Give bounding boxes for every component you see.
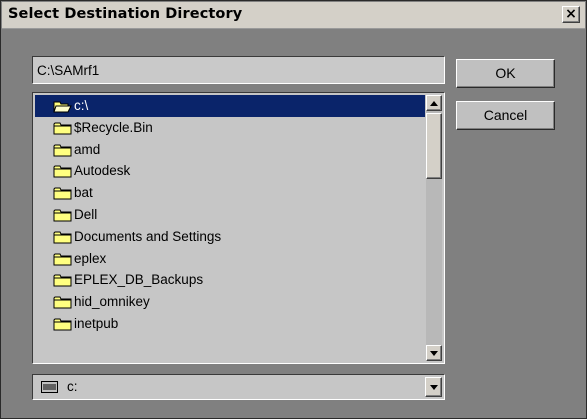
directory-item[interactable]: $Recycle.Bin xyxy=(35,117,425,139)
dialog-title: Select Destination Directory xyxy=(8,6,243,22)
directory-item[interactable]: inetpub xyxy=(35,313,425,335)
drive-dropdown-button[interactable] xyxy=(425,377,442,397)
directory-item-label: $Recycle.Bin xyxy=(74,119,153,135)
directory-item-label: EPLEX_DB_Backups xyxy=(74,272,204,288)
up-arrow-icon xyxy=(430,101,438,106)
scroll-up-button[interactable] xyxy=(426,95,442,111)
directory-item-label: hid_omnikey xyxy=(74,294,150,310)
directory-item[interactable]: EPLEX_DB_Backups xyxy=(35,269,425,291)
folder-icon xyxy=(53,122,72,135)
folder-icon xyxy=(53,209,72,222)
directory-item-label: bat xyxy=(74,185,93,201)
drive-select-value: c: xyxy=(67,379,78,394)
directory-item[interactable]: Autodesk xyxy=(35,160,425,182)
drive-select[interactable]: c: xyxy=(32,374,445,400)
directory-item-label: inetpub xyxy=(74,315,119,331)
directory-item[interactable]: eplex xyxy=(35,248,425,270)
drive-icon xyxy=(41,381,58,393)
scroll-thumb[interactable] xyxy=(426,113,442,179)
directory-item-label: Autodesk xyxy=(74,163,131,179)
folder-icon xyxy=(53,231,72,244)
folder-icon xyxy=(53,144,72,157)
folder-icon xyxy=(53,165,72,178)
folder-icon xyxy=(53,187,72,200)
directory-item-label: Dell xyxy=(74,206,98,222)
open-folder-icon xyxy=(53,101,72,113)
chevron-down-icon xyxy=(430,385,438,390)
vertical-scrollbar[interactable] xyxy=(426,95,442,361)
directory-item[interactable]: hid_omnikey xyxy=(35,291,425,313)
ok-button[interactable]: OK xyxy=(456,59,555,88)
directory-item-label: c:\ xyxy=(74,98,89,113)
directory-item[interactable]: c:\ xyxy=(35,95,425,117)
directory-item-label: Documents and Settings xyxy=(74,228,222,244)
cancel-button[interactable]: Cancel xyxy=(456,101,555,130)
directory-item[interactable]: Documents and Settings xyxy=(35,226,425,248)
directory-item-label: amd xyxy=(74,141,101,157)
directory-item[interactable]: bat xyxy=(35,182,425,204)
title-bar[interactable]: Select Destination Directory × xyxy=(2,2,585,29)
path-input[interactable] xyxy=(32,56,445,84)
folder-icon xyxy=(53,274,72,287)
directory-item[interactable]: Dell xyxy=(35,204,425,226)
scroll-down-button[interactable] xyxy=(426,345,442,361)
close-icon: × xyxy=(565,6,577,22)
directory-list[interactable]: c:\ $Recycle.Bin amd Autodesk bat Dell Documen… xyxy=(32,92,445,364)
directory-item[interactable]: amd xyxy=(35,139,425,161)
folder-icon xyxy=(53,318,72,331)
close-button[interactable]: × xyxy=(562,6,580,23)
down-arrow-icon xyxy=(430,351,438,356)
folder-icon xyxy=(53,296,72,309)
select-destination-dialog: Select Destination Directory × OK Cancel… xyxy=(0,0,587,419)
folder-icon xyxy=(53,253,72,266)
directory-item-label: eplex xyxy=(74,250,107,266)
